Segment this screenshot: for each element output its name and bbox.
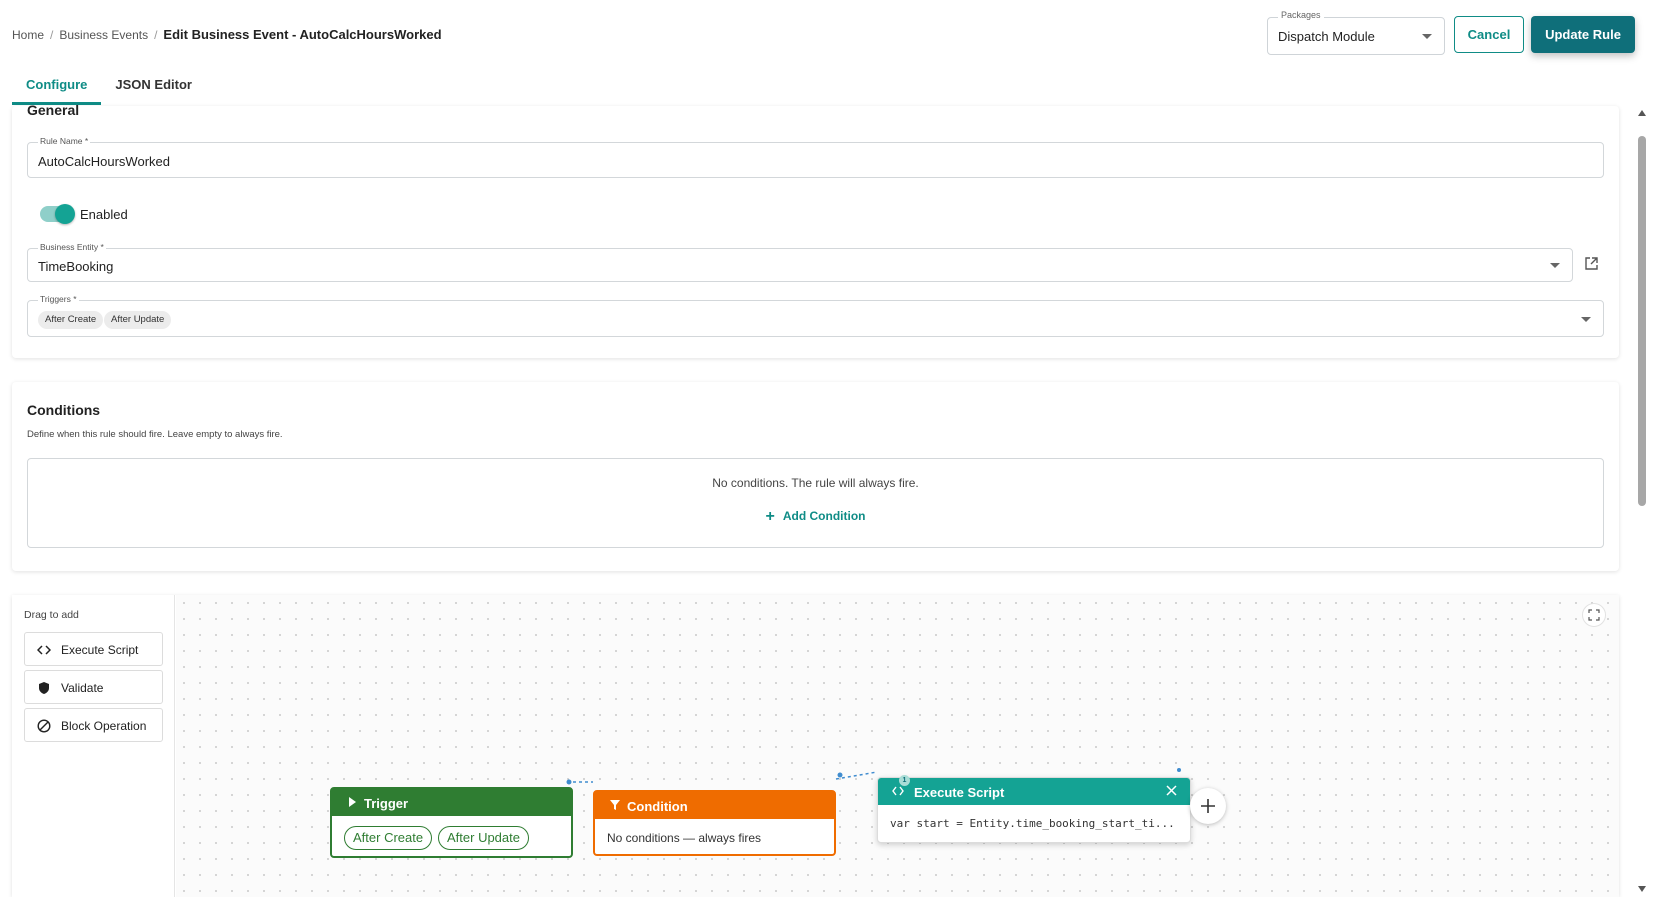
palette-item-execute-script[interactable]: Execute Script xyxy=(24,632,163,666)
header: Home / Business Events / Edit Business E… xyxy=(0,0,1653,70)
execute-script-node-header: 1 Execute Script xyxy=(878,775,1190,805)
palette-item-label: Block Operation xyxy=(61,719,147,733)
conditions-empty-text: No conditions. The rule will always fire… xyxy=(712,476,919,490)
add-condition-button[interactable]: + Add Condition xyxy=(28,508,1603,526)
block-icon xyxy=(37,719,51,733)
palette-item-block-operation[interactable]: Block Operation xyxy=(24,708,163,742)
palette-item-validate[interactable]: Validate xyxy=(24,670,163,704)
business-entity-select[interactable]: Business Entity * TimeBooking xyxy=(27,242,1573,282)
flow-builder: Drag to add Execute Script Validate Bloc… xyxy=(12,595,1619,897)
packages-select[interactable]: Packages Dispatch Module xyxy=(1267,10,1445,55)
chevron-down-icon xyxy=(1581,317,1591,322)
node-badge: 1 xyxy=(899,775,910,786)
trigger-pill: After Update xyxy=(438,826,529,850)
breadcrumb-home[interactable]: Home xyxy=(12,28,44,42)
triggers-select[interactable]: Triggers * After Create After Update xyxy=(27,294,1604,337)
conditions-list: No conditions. The rule will always fire… xyxy=(27,458,1604,548)
general-title: General xyxy=(27,102,80,118)
condition-node-header: Condition xyxy=(595,792,834,819)
breadcrumb-separator: / xyxy=(50,27,54,42)
rule-name-label: Rule Name * xyxy=(38,136,91,146)
execute-script-node[interactable]: 1 Execute Script var start = Entity.time… xyxy=(877,775,1191,843)
chevron-down-icon xyxy=(1550,263,1560,268)
business-entity-value: TimeBooking xyxy=(38,259,114,274)
update-rule-button[interactable]: Update Rule xyxy=(1531,16,1635,53)
enabled-label: Enabled xyxy=(80,207,128,222)
execute-script-node-title: Execute Script xyxy=(914,785,1005,800)
conditions-title: Conditions xyxy=(27,402,101,418)
open-external-icon[interactable] xyxy=(1584,256,1599,271)
trigger-chip[interactable]: After Update xyxy=(104,311,172,329)
condition-node-body: No conditions — always fires xyxy=(607,831,762,845)
add-condition-label: Add Condition xyxy=(782,509,866,523)
filter-icon xyxy=(610,800,620,810)
close-icon[interactable] xyxy=(1165,784,1178,797)
enabled-toggle[interactable] xyxy=(40,204,75,224)
node-palette: Drag to add Execute Script Validate Bloc… xyxy=(12,595,175,897)
add-node-button[interactable] xyxy=(1190,788,1226,824)
toggle-knob xyxy=(55,204,75,224)
breadcrumb-business-events[interactable]: Business Events xyxy=(59,28,148,42)
trigger-node[interactable]: Trigger After Create After Update xyxy=(330,787,573,858)
palette-item-label: Execute Script xyxy=(61,643,139,657)
page-title: Edit Business Event - AutoCalcHoursWorke… xyxy=(163,27,442,42)
rule-name-field[interactable]: Rule Name * AutoCalcHoursWorked xyxy=(27,136,1604,178)
scroll-down-icon[interactable] xyxy=(1638,886,1646,892)
packages-label: Packages xyxy=(1278,10,1324,20)
tab-json-editor[interactable]: JSON Editor xyxy=(101,70,206,105)
trigger-node-header: Trigger xyxy=(332,789,571,816)
palette-item-label: Validate xyxy=(61,681,104,695)
play-icon xyxy=(349,797,356,807)
plus-icon xyxy=(1201,799,1215,813)
cancel-button[interactable]: Cancel xyxy=(1454,16,1524,53)
triggers-label: Triggers * xyxy=(38,294,79,304)
code-icon xyxy=(892,786,904,796)
packages-value: Dispatch Module xyxy=(1278,29,1375,44)
scroll-thumb[interactable] xyxy=(1638,136,1646,506)
code-icon xyxy=(37,645,51,655)
page-scrollbar[interactable] xyxy=(1635,106,1649,896)
condition-node-title: Condition xyxy=(627,799,688,814)
conditions-card: Conditions Define when this rule should … xyxy=(12,382,1619,571)
trigger-chip[interactable]: After Create xyxy=(38,311,104,329)
trigger-pill: After Create xyxy=(344,826,433,850)
breadcrumb-separator: / xyxy=(154,27,158,42)
flow-canvas[interactable]: Trigger After Create After Update Condit… xyxy=(176,595,1619,897)
scroll-up-icon[interactable] xyxy=(1638,110,1646,116)
execute-script-node-body: var start = Entity.time_booking_start_ti… xyxy=(890,817,1175,830)
palette-title: Drag to add xyxy=(24,609,79,621)
tab-bar: Configure JSON Editor xyxy=(12,70,206,105)
general-card: General Rule Name * AutoCalcHoursWorked … xyxy=(12,102,1619,358)
condition-node[interactable]: Condition No conditions — always fires xyxy=(593,790,836,856)
breadcrumb: Home / Business Events / Edit Business E… xyxy=(12,27,442,42)
plus-icon: + xyxy=(765,508,775,525)
shield-icon xyxy=(39,682,49,694)
tab-configure[interactable]: Configure xyxy=(12,70,102,105)
chevron-down-icon xyxy=(1422,34,1432,39)
trigger-node-title: Trigger xyxy=(364,796,409,811)
business-entity-label: Business Entity * xyxy=(38,242,106,252)
rule-name-value: AutoCalcHoursWorked xyxy=(38,154,170,169)
conditions-description: Define when this rule should fire. Leave… xyxy=(27,429,283,440)
